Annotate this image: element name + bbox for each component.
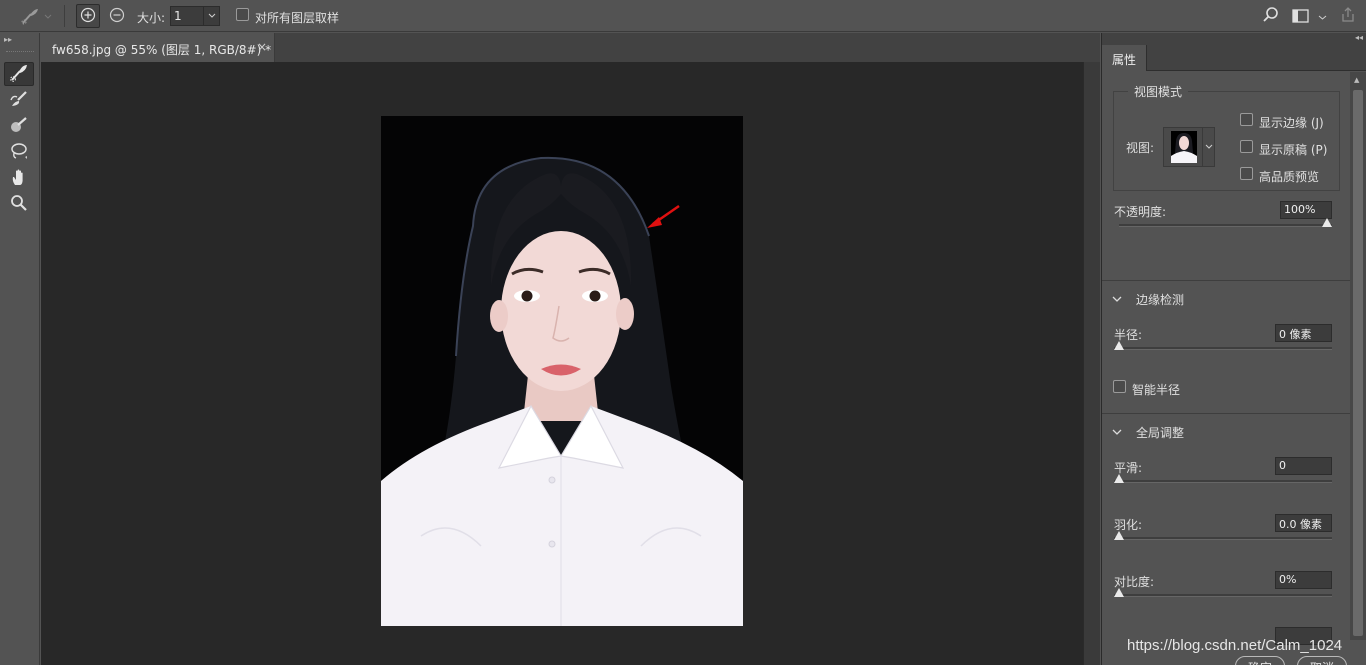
- document-tab-title[interactable]: fw658.jpg @ 55% (图层 1, RGB/8#) *: [52, 41, 271, 58]
- refine-edge-brush-icon: [9, 89, 29, 112]
- show-edges-label[interactable]: 显示边缘 (J): [1259, 114, 1324, 131]
- chevron-down-icon: [208, 13, 215, 18]
- ok-button[interactable]: 确定: [1235, 656, 1286, 665]
- radius-field[interactable]: 0 像素: [1275, 324, 1332, 342]
- quick-selection-brush-icon: [18, 6, 42, 26]
- contrast-slider[interactable]: [1114, 588, 1332, 597]
- hand-icon: [9, 167, 29, 190]
- chevron-down-icon[interactable]: [1112, 292, 1122, 302]
- radius-slider-thumb[interactable]: [1114, 341, 1124, 350]
- section-divider: [1102, 280, 1350, 281]
- search-button[interactable]: [1260, 5, 1282, 27]
- smooth-slider-thumb[interactable]: [1114, 474, 1124, 483]
- brush-icon: [9, 115, 29, 138]
- add-to-selection-icon: [80, 7, 96, 26]
- tool-preset-picker[interactable]: [18, 6, 56, 26]
- chevron-down-icon: [1318, 11, 1327, 25]
- collapse-panel-icon[interactable]: ◂◂: [1355, 33, 1363, 42]
- smart-radius-checkbox[interactable]: [1113, 380, 1126, 393]
- tab-properties-label: 属性: [1112, 53, 1137, 67]
- document-tab-bar: fw658.jpg @ 55% (图层 1, RGB/8#) * ×: [41, 33, 1100, 62]
- properties-scrollbar[interactable]: ▲: [1350, 72, 1366, 640]
- collapse-panel-icon[interactable]: ▸▸: [4, 35, 12, 44]
- feather-slider[interactable]: [1114, 531, 1332, 540]
- properties-tab-row: 属性: [1102, 45, 1366, 71]
- view-mode-picker[interactable]: [1163, 127, 1215, 167]
- close-icon[interactable]: ×: [257, 40, 267, 54]
- radius-slider[interactable]: [1114, 341, 1332, 350]
- view-thumbnail: [1171, 131, 1197, 163]
- smart-radius-label[interactable]: 智能半径: [1132, 381, 1180, 398]
- show-original-label[interactable]: 显示原稿 (P): [1259, 141, 1327, 158]
- options-bar: 大小: 对所有图层取样: [0, 0, 1366, 32]
- portrait-photo: [381, 116, 743, 626]
- size-input[interactable]: [171, 7, 204, 25]
- contrast-slider-thumb[interactable]: [1114, 588, 1124, 597]
- size-dropdown-button[interactable]: [203, 7, 219, 25]
- opacity-label: 不透明度:: [1114, 205, 1167, 219]
- chevron-down-icon: [1205, 144, 1212, 149]
- subtract-from-selection-icon: [109, 7, 125, 26]
- sample-all-layers-checkbox[interactable]: [236, 8, 249, 21]
- size-label: 大小:: [137, 11, 166, 25]
- high-quality-preview-checkbox[interactable]: [1240, 167, 1253, 180]
- share-icon: [1339, 6, 1357, 27]
- zoom-icon: [9, 193, 29, 216]
- zoom-tool[interactable]: [4, 192, 34, 216]
- workspace-switcher-button[interactable]: [1290, 5, 1330, 27]
- edge-detection-header[interactable]: 边缘检测: [1136, 291, 1184, 308]
- share-button[interactable]: [1337, 5, 1359, 27]
- high-quality-preview-label[interactable]: 高品质预览: [1259, 168, 1319, 185]
- tools-panel: ▸▸: [0, 33, 40, 665]
- sample-all-layers-label[interactable]: 对所有图层取样: [255, 9, 339, 26]
- global-refine-header[interactable]: 全局调整: [1136, 424, 1184, 441]
- canvas-vertical-scrollbar[interactable]: [1083, 62, 1100, 665]
- section-divider: [1102, 413, 1350, 414]
- watermark-text: https://blog.csdn.net/Calm_1024: [1127, 637, 1343, 654]
- lasso-tool[interactable]: [4, 140, 34, 164]
- scroll-up-icon[interactable]: ▲: [1354, 76, 1359, 84]
- brush-tool[interactable]: [4, 114, 34, 138]
- panel-grip[interactable]: [6, 51, 34, 53]
- panel-header-strip: ◂◂: [1102, 33, 1366, 45]
- lasso-icon: [9, 141, 29, 164]
- cancel-button[interactable]: 取消: [1297, 656, 1348, 665]
- show-edges-checkbox[interactable]: [1240, 113, 1253, 126]
- quick-selection-tool[interactable]: [4, 62, 34, 86]
- opacity-field[interactable]: 100%: [1280, 201, 1332, 219]
- opacity-slider-thumb[interactable]: [1322, 218, 1332, 227]
- refine-edge-brush-tool[interactable]: [4, 88, 34, 112]
- chevron-down-icon[interactable]: [1112, 425, 1122, 435]
- contrast-field[interactable]: 0%: [1275, 571, 1332, 589]
- view-mode-title: 视图模式: [1128, 83, 1189, 100]
- divider: [64, 5, 65, 27]
- view-label: 视图:: [1126, 141, 1155, 155]
- smooth-slider[interactable]: [1114, 474, 1332, 483]
- workspace-icon: [1292, 8, 1310, 27]
- show-original-checkbox[interactable]: [1240, 140, 1253, 153]
- feather-slider-thumb[interactable]: [1114, 531, 1124, 540]
- smooth-field[interactable]: 0: [1275, 457, 1332, 475]
- opacity-slider[interactable]: [1119, 218, 1332, 227]
- search-icon: [1262, 6, 1280, 27]
- subtract-from-selection-button[interactable]: [105, 4, 129, 28]
- feather-field[interactable]: 0.0 像素: [1275, 514, 1332, 532]
- scrollbar-thumb[interactable]: [1353, 90, 1363, 636]
- document-tab[interactable]: fw658.jpg @ 55% (图层 1, RGB/8#) * ×: [41, 33, 275, 62]
- tab-properties[interactable]: 属性: [1102, 45, 1147, 71]
- add-to-selection-button[interactable]: [76, 4, 100, 28]
- chevron-down-icon: [44, 10, 52, 24]
- quick-selection-icon: [9, 63, 29, 86]
- size-field[interactable]: [170, 6, 220, 26]
- view-mode-dropdown-button[interactable]: [1202, 128, 1214, 166]
- hand-tool[interactable]: [4, 166, 34, 190]
